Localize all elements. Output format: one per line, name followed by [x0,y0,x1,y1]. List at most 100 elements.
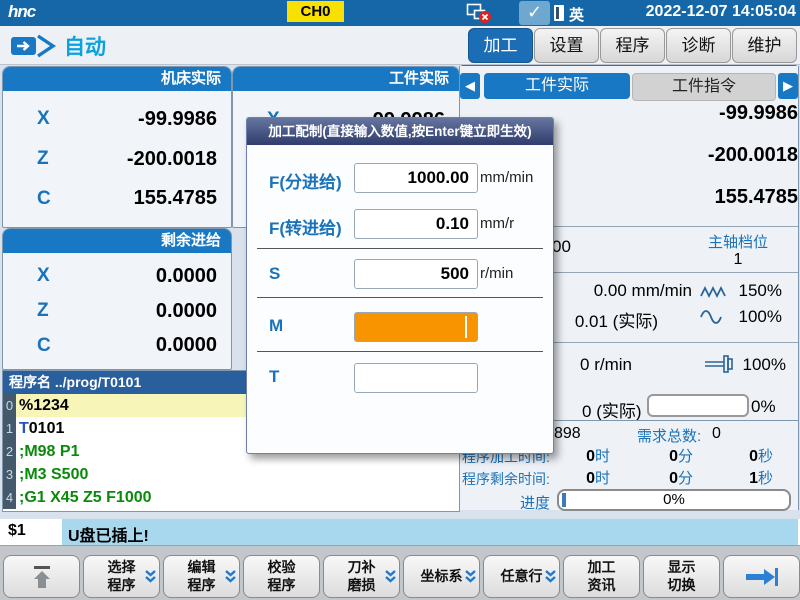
spindle-s-unit: r/min [480,265,513,282]
axis-value: 0.0000 [67,300,217,323]
tab-next-arrow[interactable]: ▶ [778,73,798,99]
remaining-time-hour: 0时 [566,467,610,488]
axis-row: X -99.9986 [3,108,231,131]
count-partial: 898 [554,425,581,443]
brand-logo: hnc [8,2,35,22]
axis-row: X 0.0000 [3,265,231,288]
status-message: U盘已插上! [68,522,149,546]
t-code-input[interactable] [354,363,478,393]
axis-row: C 0.0000 [3,334,231,357]
machining-time-hour: 0时 [566,445,610,466]
datetime: 2022-12-07 14:05:04 [646,3,796,21]
tool-wear-button[interactable]: 刀补 磨损 [323,555,400,598]
spindle-tool-icon [704,354,740,374]
workpiece-actual-title: 工件实际 [233,67,459,91]
axis-label: C [37,335,67,357]
axis-row: Z -200.0018 [3,148,231,171]
tab-program[interactable]: 程序 [600,28,665,63]
machine-actual-panel: 机床实际 X -99.9986 Z -200.0018 C 155.4785 [2,66,232,228]
demand-total-value: 0 [712,425,721,443]
cnc-screen: hnc CH0 ✓ 英 2022-12-07 14:05:04 自动 加工 设置… [0,0,800,600]
feed-per-min-label: F(分进给) [269,168,342,193]
t-code-label: T [269,367,279,387]
line-number: 0 [3,394,16,417]
coordinate-system-button[interactable]: 坐标系 [403,555,480,598]
double-chevron-down-icon [464,569,477,585]
axis-value: -99.9986 [67,108,217,131]
spindle-override: 100% [742,355,786,375]
display-switch-button[interactable]: 显示 切换 [643,555,720,598]
line-number: 4 [3,486,16,509]
dialog-separator [257,297,543,298]
spindle-s-input[interactable]: 500 [354,259,478,289]
channel-badge: CH0 [287,1,344,22]
axis-row: C 155.4785 [3,187,231,210]
dialog-separator [257,248,543,249]
rtab-workpiece-actual[interactable]: 工件实际 [484,73,630,99]
status-channel: $1 [8,522,26,540]
dialog-title: 加工配制(直接输入数值,按Enter键立即生效) [247,118,553,145]
edit-program-button[interactable]: 编辑 程序 [163,555,240,598]
feed-per-rev-input[interactable]: 0.10 [354,209,478,239]
network-disconnected-icon [466,2,492,24]
m-code-label: M [269,316,283,336]
double-chevron-down-icon [144,569,157,585]
feed-per-min-unit: mm/min [480,169,533,186]
axis-value: -200.0018 [67,148,217,171]
tab-settings[interactable]: 设置 [534,28,599,63]
program-line[interactable]: 3 ;M3 S500 [3,463,459,486]
language-indicator: 英 [569,4,584,25]
machining-info-button[interactable]: 加工 资讯 [563,555,640,598]
line-text: ;G1 X45 Z5 F1000 [16,486,459,509]
tab-maintenance[interactable]: 维护 [732,28,797,63]
program-line[interactable]: 4 ;G1 X45 Z5 F1000 [3,486,459,509]
up-arrow-icon [30,564,54,590]
demand-total-label: 需求总数: [637,425,701,446]
top-bar: hnc CH0 ✓ 英 2022-12-07 14:05:04 [0,0,800,26]
verify-program-button[interactable]: 校验 程序 [243,555,320,598]
next-menu-button[interactable] [723,555,800,598]
spindle-gear-label: 主轴档位 [688,231,788,252]
feed-per-min-input[interactable]: 1000.00 [354,163,478,193]
check-status-icon: ✓ [519,1,550,25]
right-arrow-bar-icon [744,566,780,588]
line-number: 3 [3,463,16,486]
dialog-separator [257,351,543,352]
rtab-workpiece-command[interactable]: 工件指令 [632,73,776,101]
machining-config-dialog: 加工配制(直接输入数值,按Enter键立即生效) F(分进给) 1000.00 … [246,117,554,454]
feed-actual-override: 100% [732,307,782,327]
tab-machining[interactable]: 加工 [468,28,533,63]
progress-label: 进度 [520,492,550,513]
input-method-icon [554,5,564,21]
feed-per-rev-unit: mm/r [480,215,514,232]
machine-actual-title: 机床实际 [3,67,231,91]
progress-percent: 0% [559,491,789,509]
axis-value: 0.0000 [67,334,217,357]
progress-tick [562,493,566,507]
text-cursor [465,316,467,338]
triangle-wave-icon [700,285,728,299]
double-chevron-down-icon [224,569,237,585]
return-button[interactable] [3,555,80,598]
m-code-input[interactable] [354,312,478,342]
tab-prev-arrow[interactable]: ◀ [460,73,480,99]
spindle-speed: 0 r/min [580,355,632,375]
axis-value: 155.4785 [67,187,217,210]
progress-bar: 0% [557,489,791,511]
any-line-button[interactable]: 任意行 [483,555,560,598]
auto-mode-icon [10,33,56,59]
spindle-gear-value: 1 [688,251,788,269]
select-program-button[interactable]: 选择 程序 [83,555,160,598]
axis-label: C [37,188,67,210]
machining-time-minute: 0分 [649,445,693,466]
axis-label: Z [37,300,67,322]
remaining-feed-panel: 剩余进给 X 0.0000 Z 0.0000 C 0.0000 [2,228,232,370]
axis-label: X [37,265,67,287]
tab-diagnosis[interactable]: 诊断 [666,28,731,63]
partial-value: 00 [552,237,571,257]
line-number: 2 [3,440,16,463]
axis-label: X [37,108,67,130]
mode-label: 自动 [64,31,106,61]
remaining-time-second: 1秒 [729,467,773,488]
status-message-strip [62,519,798,545]
